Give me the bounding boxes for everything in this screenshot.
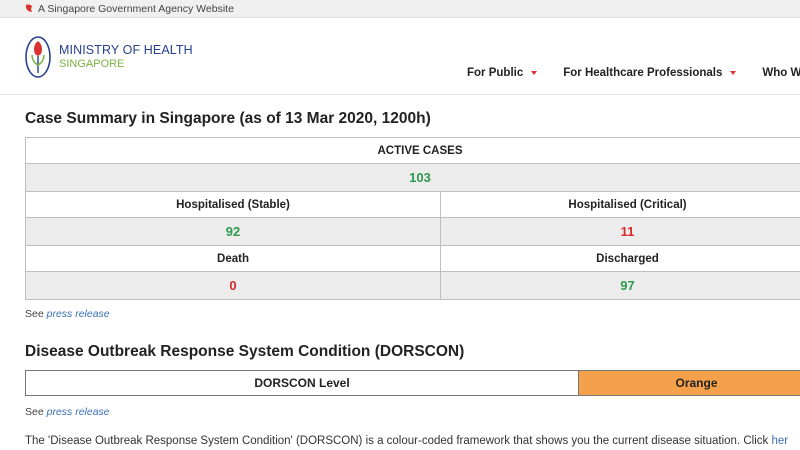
logo-title: MINISTRY OF HEALTH	[59, 43, 193, 58]
press-release-link[interactable]: press release	[47, 406, 110, 418]
hosp-stable-value: 92	[25, 217, 441, 246]
nav-label: For Public	[467, 67, 524, 79]
site-header: MINISTRY OF HEALTH SINGAPORE For Public …	[0, 19, 800, 95]
nav-for-healthcare-professionals[interactable]: For Healthcare Professionals	[563, 67, 737, 79]
dorscon-title: Disease Outbreak Response System Conditi…	[25, 343, 465, 360]
caret-down-icon	[730, 71, 737, 75]
nav-label: For Healthcare Professionals	[563, 67, 723, 79]
main-nav: For Public For Healthcare Professionals …	[467, 67, 800, 79]
lion-head-icon	[26, 4, 32, 12]
hosp-critical-label: Hospitalised (Critical)	[440, 191, 800, 218]
case-summary-table: ACTIVE CASES 103 Hospitalised (Stable) H…	[25, 137, 800, 300]
gov-banner: A Singapore Government Agency Website	[0, 0, 800, 18]
see-press-release-2: See press release	[25, 406, 110, 418]
see-prefix: See	[25, 308, 44, 320]
caret-down-icon	[531, 71, 538, 75]
moh-logo[interactable]: MINISTRY OF HEALTH SINGAPORE	[25, 35, 193, 79]
moh-logo-icon	[25, 36, 51, 78]
death-label: Death	[25, 245, 441, 272]
hosp-stable-label: Hospitalised (Stable)	[25, 191, 441, 218]
click-here-link[interactable]: her	[771, 435, 788, 447]
nav-label: Who We Are	[762, 67, 800, 79]
description-text: The 'Disease Outbreak Response System Co…	[25, 435, 772, 447]
gov-banner-text: A Singapore Government Agency Website	[38, 2, 234, 15]
see-prefix: See	[25, 406, 44, 418]
case-summary-title: Case Summary in Singapore (as of 13 Mar …	[25, 110, 431, 127]
death-value: 0	[25, 271, 441, 300]
nav-who-we-are[interactable]: Who We Are	[762, 67, 800, 79]
dorscon-description: The 'Disease Outbreak Response System Co…	[25, 435, 800, 447]
dorscon-table: DORSCON Level Orange	[25, 370, 800, 396]
active-cases-value: 103	[25, 163, 800, 192]
press-release-link[interactable]: press release	[47, 308, 110, 320]
see-press-release-1: See press release	[25, 308, 110, 320]
dorscon-level-label: DORSCON Level	[26, 371, 579, 395]
hosp-critical-value: 11	[440, 217, 800, 246]
logo-subtitle: SINGAPORE	[59, 57, 125, 70]
discharged-label: Discharged	[440, 245, 800, 272]
discharged-value: 97	[440, 271, 800, 300]
active-cases-label: ACTIVE CASES	[25, 137, 800, 164]
nav-for-public[interactable]: For Public	[467, 67, 538, 79]
dorscon-level-value: Orange	[579, 371, 800, 395]
